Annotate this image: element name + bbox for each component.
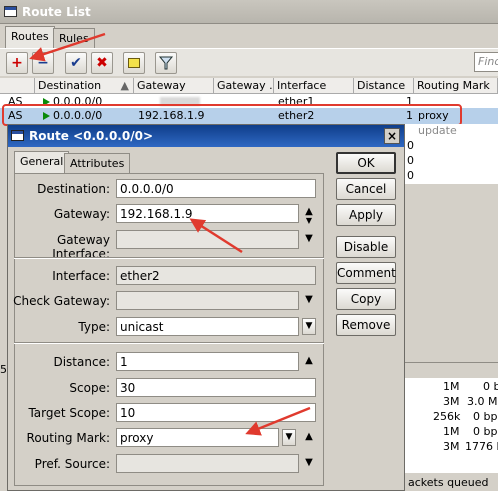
annotation-arrows bbox=[29, 32, 311, 436]
arrow-to-add-button bbox=[29, 32, 106, 62]
arrow-to-gateway bbox=[189, 218, 243, 254]
arrow-to-routing-mark bbox=[245, 406, 311, 436]
